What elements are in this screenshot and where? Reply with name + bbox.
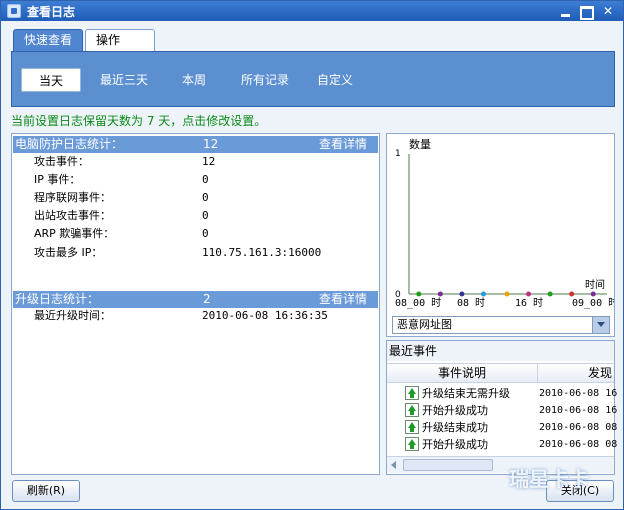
upgrade-arrow-icon [405, 420, 419, 434]
upgrade-stats-count: 2 [203, 292, 211, 306]
column-header-found[interactable]: 发现 [537, 364, 614, 382]
title-bar[interactable]: 查看日志 ✕ [1, 1, 623, 21]
upgrade-arrow-icon [405, 403, 419, 417]
close-icon[interactable]: ✕ [599, 3, 617, 19]
chart-point [416, 291, 422, 297]
watermark-logo: 瑞星卡卡 [509, 467, 589, 491]
upgrade-arrow-icon [405, 437, 419, 451]
scroll-left-icon[interactable] [391, 461, 396, 469]
stat-value: 110.75.161.3:16000 [202, 246, 322, 259]
event-time: 2010-06-08 08 [539, 422, 618, 433]
chart-point [547, 291, 553, 297]
stat-value: 0 [202, 209, 209, 222]
stat-label: IP 事件： [34, 173, 81, 186]
tab-quick-view[interactable]: 快速查看 [13, 29, 83, 51]
upgrade-details-link[interactable]: 查看详情 [319, 291, 367, 308]
chart-xlabel: 时间 [585, 278, 605, 291]
event-description: 升级结束成功 [422, 421, 488, 434]
stat-label: 最近升级时间： [34, 309, 111, 322]
chart-x-tick-label: 09_00 时 [572, 297, 614, 309]
stat-label: 程序联网事件： [34, 191, 111, 204]
window-title: 查看日志 [27, 5, 76, 19]
upgrade-stats-title: 升级日志统计： [15, 292, 100, 306]
tab-operations[interactable]: 操作 [85, 29, 155, 51]
chart-point [590, 291, 596, 297]
stat-row: 攻击最多 IP： 110.75.161.3:16000 [34, 244, 364, 262]
date-filter-panel: 当天 最近三天 本周 所有记录 自定义 [11, 51, 615, 107]
events-table-header: 事件说明 发现 [387, 363, 614, 383]
protection-stats-title: 电脑防护日志统计： [15, 137, 124, 151]
protection-stats-header: 电脑防护日志统计： 12 查看详情 [13, 136, 378, 153]
refresh-button[interactable]: 刷新(R) [12, 480, 80, 502]
chart-x-tick-label: 08_00 时 [395, 297, 441, 309]
upgrade-arrow-icon [405, 386, 419, 400]
table-row[interactable]: 开始升级成功 2010-06-08 16 [405, 402, 618, 419]
scroll-thumb[interactable] [403, 459, 493, 471]
event-time: 2010-06-08 08 [539, 439, 618, 450]
upgrade-stats-header: 升级日志统计： 2 查看详情 [13, 291, 378, 308]
chart-type-select[interactable]: 恶意网址图 [392, 316, 610, 334]
event-description: 开始升级成功 [422, 404, 488, 417]
log-viewer-window: 查看日志 ✕ 快速查看 操作 当天 最近三天 本周 所有记录 自定义 当前设置日… [0, 0, 624, 510]
retention-notice-link[interactable]: 当前设置日志保留天数为 7 天，点击修改设置。 [11, 112, 266, 129]
stat-value: 12 [202, 155, 216, 168]
events-chart: 数量 1 0 时间 08_00 时 08 时 16 时 09_00 时 [395, 138, 614, 309]
stat-value: 0 [202, 191, 209, 204]
recent-events-title: 最近事件 [387, 341, 614, 361]
maximize-icon[interactable] [577, 3, 595, 20]
table-row[interactable]: 升级结束无需升级 2010-06-08 16 [405, 385, 618, 402]
event-time: 2010-06-08 16 [539, 388, 618, 399]
filter-today[interactable]: 当天 [21, 68, 81, 92]
chart-x-ticks: 08_00 时 08 时 16 时 09_00 时 [395, 297, 614, 309]
filter-custom[interactable]: 自定义 [310, 68, 360, 92]
table-row[interactable]: 开始升级成功 2010-06-08 08 [405, 436, 618, 453]
stat-label: ARP 欺骗事件： [34, 227, 115, 240]
chart-x-tick-label: 08 时 [457, 297, 485, 309]
minimize-icon[interactable] [557, 3, 575, 19]
statistics-panel: 电脑防护日志统计： 12 查看详情 攻击事件： 12 IP 事件： 0 程序联网… [11, 133, 380, 475]
stat-label: 出站攻击事件： [34, 209, 111, 222]
filter-all-records[interactable]: 所有记录 [234, 68, 296, 92]
filter-last-three-days[interactable]: 最近三天 [92, 68, 156, 92]
column-header-description[interactable]: 事件说明 [387, 364, 537, 382]
stat-row: 最近升级时间： 2010-06-08 16:36:35 [34, 307, 364, 325]
stat-label: 攻击最多 IP： [34, 246, 103, 259]
chart-point [526, 291, 532, 297]
chart-ytick: 1 [395, 149, 401, 159]
chart-panel: 数量 1 0 时间 08_00 时 08 时 16 时 09_00 时 恶意网址图 [386, 133, 615, 337]
chart-point [504, 291, 510, 297]
event-description: 开始升级成功 [422, 438, 488, 451]
chart-point [480, 291, 486, 297]
stat-label: 攻击事件： [34, 155, 89, 168]
dropdown-arrow-icon[interactable] [592, 317, 609, 333]
stat-row: IP 事件： 0 [34, 171, 364, 189]
chart-x-tick-label: 16 时 [515, 297, 543, 309]
chart-point [569, 291, 575, 297]
recent-events-panel: 最近事件 事件说明 发现 升级结束无需升级 2010-06-08 16 开始升级… [386, 340, 618, 475]
table-row[interactable]: 升级结束成功 2010-06-08 08 [405, 419, 618, 436]
stat-row: 出站攻击事件： 0 [34, 207, 364, 225]
stat-row: 攻击事件： 12 [34, 153, 364, 171]
stat-row: ARP 欺骗事件： 0 [34, 225, 364, 243]
protection-details-link[interactable]: 查看详情 [319, 136, 367, 153]
filter-this-week[interactable]: 本周 [172, 68, 216, 92]
event-description: 升级结束无需升级 [422, 387, 510, 400]
stat-value: 0 [202, 227, 209, 240]
protection-stats-count: 12 [203, 137, 219, 151]
app-shield-icon [7, 4, 21, 18]
chart-ylabel: 数量 [409, 138, 431, 151]
chart-type-value: 恶意网址图 [397, 318, 452, 331]
stat-value: 0 [202, 173, 209, 186]
stat-row: 程序联网事件： 0 [34, 189, 364, 207]
chart-point [459, 291, 465, 297]
event-time: 2010-06-08 16 [539, 405, 618, 416]
chart-point [437, 291, 443, 297]
stat-value: 2010-06-08 16:36:35 [202, 309, 328, 322]
